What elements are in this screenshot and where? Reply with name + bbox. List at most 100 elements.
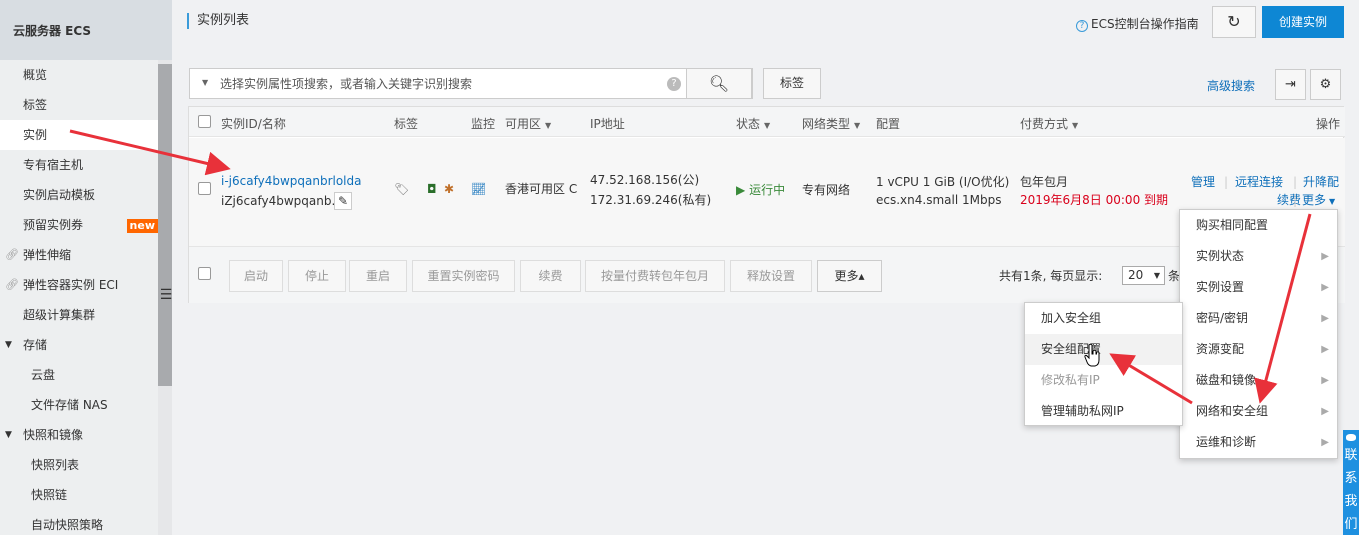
chat-icon: [1346, 434, 1356, 441]
refresh-icon: ↻: [1227, 12, 1241, 31]
submenu-item-security-group-config[interactable]: 安全组配置: [1025, 334, 1182, 365]
renew-link[interactable]: 续费: [1277, 191, 1301, 209]
more-dropdown[interactable]: 更多 ▼: [1302, 191, 1335, 211]
config-spec: 1 vCPU 1 GiB (I/O优化): [876, 175, 1010, 189]
search-input[interactable]: [220, 75, 660, 93]
menu-item-password-key[interactable]: 密码/密钥 ▶: [1180, 303, 1337, 334]
tag-icon[interactable]: 🏷︎: [394, 180, 409, 198]
search-box[interactable]: ▼ ?: [189, 68, 753, 99]
column-header-zone[interactable]: 可用区 ▼: [505, 115, 551, 132]
sidebar-item-label: 弹性伸缩: [23, 248, 72, 262]
menu-item-instance-status[interactable]: 实例状态 ▶: [1180, 241, 1337, 272]
sidebar-item-nas[interactable]: 文件存储 NAS: [0, 390, 158, 420]
column-header-label: 网络类型: [802, 117, 851, 131]
refresh-button[interactable]: ↻: [1212, 6, 1256, 38]
menu-item-network-security[interactable]: 网络和安全组 ▶: [1180, 396, 1337, 427]
new-badge: new: [126, 219, 158, 233]
batch-more-button[interactable]: 更多▴: [817, 260, 882, 292]
public-ip: 47.52.168.156(公): [590, 173, 700, 187]
chevron-right-icon: ▶: [1321, 313, 1329, 324]
sidebar-item-auto-snapshot-policy[interactable]: 自动快照策略: [0, 510, 158, 535]
sidebar-item-overview[interactable]: 概览: [0, 60, 158, 90]
row-checkbox[interactable]: [198, 182, 211, 195]
column-header-label: 可用区: [505, 117, 542, 131]
release-settings-button[interactable]: 释放设置: [730, 260, 812, 292]
security-shield-icon[interactable]: ◘: [427, 180, 437, 198]
chevron-right-icon: ▶: [1321, 282, 1329, 293]
sidebar-item-super-computing[interactable]: 超级计算集群: [0, 300, 158, 330]
sidebar-scrollbar[interactable]: [158, 64, 172, 386]
table-footer: 启动 停止 重启 重置实例密码 续费 按量付费转包年包月 释放设置 更多▴ 共有…: [189, 246, 1345, 303]
search-icon: 🔍︎: [708, 74, 730, 93]
tag-filter-button[interactable]: 标签: [763, 68, 821, 99]
more-actions-menu: 购买相同配置 实例状态 ▶ 实例设置 ▶ 密码/密钥 ▶ 资源变配 ▶ 磁盘和镜像 ▶ 网…: [1179, 209, 1338, 459]
running-icon: ▶︎: [736, 183, 746, 197]
create-instance-button[interactable]: 创建实例: [1262, 6, 1344, 38]
column-header-network[interactable]: 网络类型 ▼: [802, 115, 860, 132]
sidebar-group-snapshots[interactable]: ▼ 快照和镜像: [0, 420, 158, 450]
monitor-chart-icon[interactable]: 📈︎: [471, 180, 486, 198]
submenu-item-manage-secondary-ip[interactable]: 管理辅助私网IP: [1025, 396, 1182, 427]
sidebar-item-tags[interactable]: 标签: [0, 90, 158, 120]
menu-item-label: 实例设置: [1196, 280, 1245, 294]
select-all-checkbox[interactable]: [198, 115, 211, 128]
help-icon[interactable]: ?: [667, 77, 681, 91]
sidebar-item-instances[interactable]: 实例: [0, 120, 158, 150]
menu-item-instance-settings[interactable]: 实例设置 ▶: [1180, 272, 1337, 303]
expiry-date: 2019年6月8日 00:00 到期: [1020, 193, 1169, 207]
sidebar-item-reserved-instances[interactable]: 预留实例券 new: [0, 210, 158, 240]
renew-button[interactable]: 续费: [520, 260, 581, 292]
sidebar-item-cloud-disk[interactable]: 云盘: [0, 360, 158, 390]
submenu-item-modify-private-ip[interactable]: 修改私有IP: [1025, 365, 1182, 396]
column-header-status[interactable]: 状态 ▼: [736, 115, 770, 132]
menu-item-label: 购买相同配置: [1196, 218, 1269, 232]
caret-down-icon: ▼: [764, 121, 771, 130]
submenu-item-join-security-group[interactable]: 加入安全组: [1025, 303, 1182, 334]
footer-select-all-checkbox[interactable]: [198, 267, 211, 280]
console-guide-link[interactable]: ? ECS控制台操作指南: [1076, 15, 1199, 32]
page-size-select[interactable]: 20 ▼: [1122, 266, 1165, 285]
menu-item-resource-change[interactable]: 资源变配 ▶: [1180, 334, 1337, 365]
search-button[interactable]: 🔍︎: [686, 68, 752, 99]
menu-item-disk-image[interactable]: 磁盘和镜像 ▶: [1180, 365, 1337, 396]
caret-down-icon: ▼: [1329, 197, 1336, 206]
private-ip: 172.31.69.246(私有): [590, 193, 712, 207]
instance-name: iZj6cafy4bwpqanb...: [221, 194, 343, 208]
instance-table: 实例ID/名称 标签 监控 可用区 ▼ IP地址 状态 ▼ 网络类型 ▼ 配置 付费方…: [188, 106, 1345, 303]
manage-link[interactable]: 管理: [1191, 173, 1215, 191]
sidebar-item-label: 概览: [23, 68, 48, 82]
column-header-billing[interactable]: 付费方式 ▼: [1020, 115, 1078, 132]
sidebar-item-auto-scaling[interactable]: 🔗︎ 弹性伸缩: [0, 240, 158, 270]
sidebar-item-launch-templates[interactable]: 实例启动模板: [0, 180, 158, 210]
edit-icon[interactable]: ✎: [334, 192, 352, 210]
remote-connect-link[interactable]: 远程连接: [1235, 173, 1283, 191]
sidebar-item-label: 存储: [23, 338, 48, 352]
status-badge: ▶︎ 运行中: [736, 181, 785, 199]
advanced-search-link[interactable]: 高级搜索: [1207, 77, 1255, 94]
sidebar-item-snapshot-list[interactable]: 快照列表: [0, 450, 158, 480]
sidebar-collapse-icon[interactable]: ☰: [159, 276, 173, 314]
caret-down-icon[interactable]: ▼: [202, 78, 208, 87]
instance-id-link[interactable]: i-j6cafy4bwpqanbrlolda: [221, 172, 362, 190]
sidebar-group-storage[interactable]: ▼ 存储: [0, 330, 158, 360]
start-button[interactable]: 启动: [229, 260, 283, 292]
upgrade-link[interactable]: 升降配: [1303, 173, 1339, 191]
menu-item-ops-diagnosis[interactable]: 运维和诊断 ▶: [1180, 427, 1337, 458]
chevron-right-icon: ▶: [1321, 344, 1329, 355]
settings-button[interactable]: ⚙: [1310, 69, 1341, 100]
export-button[interactable]: ⇥: [1275, 69, 1306, 100]
restart-button[interactable]: 重启: [349, 260, 407, 292]
contact-us-tab[interactable]: 联系我们: [1343, 430, 1359, 535]
sidebar-item-snapshot-chain[interactable]: 快照链: [0, 480, 158, 510]
caret-down-icon: ▼: [1153, 271, 1160, 280]
menu-item-buy-same-config[interactable]: 购买相同配置: [1180, 210, 1337, 241]
sidebar-item-eci[interactable]: 🔗︎ 弹性容器实例 ECI: [0, 270, 158, 300]
sidebar-item-label: 自动快照策略: [31, 518, 104, 532]
sidebar-item-dedicated-hosts[interactable]: 专有宿主机: [0, 150, 158, 180]
stop-button[interactable]: 停止: [288, 260, 346, 292]
convert-billing-button[interactable]: 按量付费转包年包月: [585, 260, 725, 292]
plugin-icon[interactable]: ✱: [444, 180, 454, 198]
reset-password-button[interactable]: 重置实例密码: [412, 260, 515, 292]
sidebar: 云服务器 ECS 概览 标签 实例 专有宿主机 实例启动模板 预留实例券 new …: [0, 0, 172, 535]
caret-down-icon: ▼: [545, 121, 552, 130]
